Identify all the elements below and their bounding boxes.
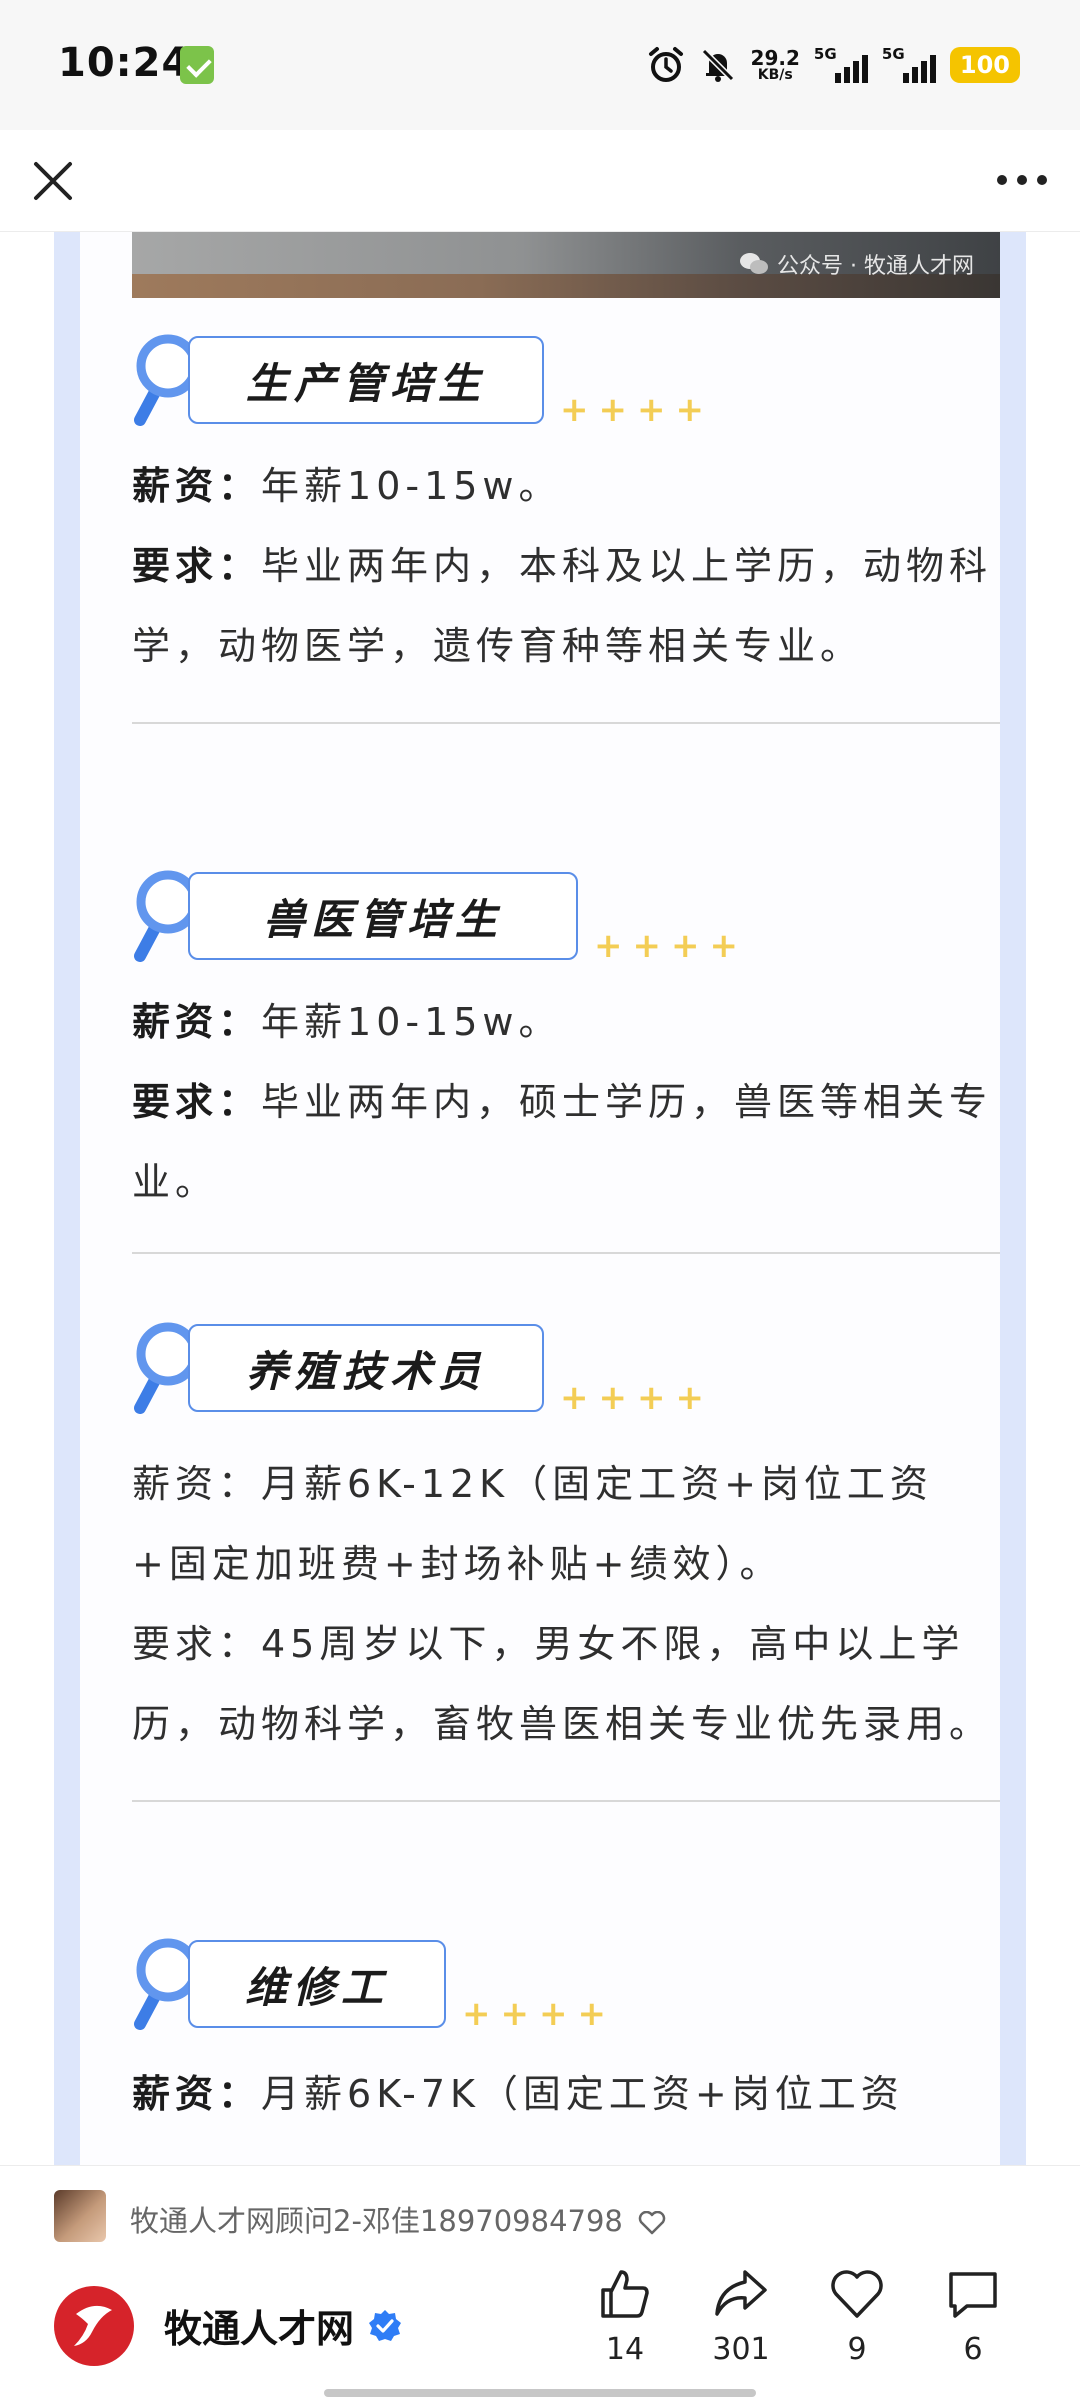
job-title-box: 生产管培生 — [188, 336, 544, 424]
job-title-box: 兽医管培生 — [188, 872, 578, 960]
comment-icon — [949, 2272, 997, 2318]
job-section: 维修工 ++++ 薪资：月薪6K-7K（固定工资+岗位工资 — [132, 1936, 1000, 2134]
job-title: 养殖技术员 — [245, 1346, 486, 1396]
section-divider — [132, 1800, 1000, 1802]
article-photo: 公众号 · 牧通人才网 — [132, 232, 1000, 298]
job-section: 养殖技术员 ++++ 薪资：月薪6K-12K（固定工资+岗位工资+固定加班费+封… — [132, 1320, 1000, 1802]
decorative-stars: ++++ — [560, 390, 714, 430]
share-icon — [715, 2270, 767, 2316]
job-title: 生产管培生 — [245, 358, 486, 408]
salary-line: 薪资：月薪6K-12K（固定工资+岗位工资+固定加班费+封场补贴+绩效）。 — [132, 1462, 933, 1586]
verified-badge-icon — [369, 2309, 402, 2341]
more-icon[interactable] — [994, 160, 1050, 200]
signal-sim2-icon: 5G — [882, 45, 936, 85]
decorative-stars: ++++ — [594, 926, 748, 966]
heart-outline-icon — [638, 2211, 666, 2235]
requirement-line: 要求：45周岁以下，男女不限，高中以上学历，动物科学，畜牧兽医相关专业优先录用。 — [132, 1622, 993, 1746]
requirement-line: 要求：毕业两年内，本科及以上学历，动物科学，动物医学，遗传育种等相关专业。 — [132, 544, 993, 668]
salary-line: 薪资：年薪10-15w。 — [132, 1000, 562, 1044]
job-title: 兽医管培生 — [262, 894, 503, 944]
requirement-line: 要求：毕业两年内，硕士学历，兽医等相关专业。 — [132, 1080, 993, 1204]
thumbs-up-icon — [601, 2270, 649, 2318]
mute-bell-icon — [701, 48, 734, 82]
advisor-avatar[interactable] — [54, 2190, 106, 2242]
job-title-box: 养殖技术员 — [188, 1324, 544, 1412]
close-icon[interactable] — [30, 158, 76, 204]
job-section: 生产管培生 ++++ 薪资：年薪10-15w。 要求：毕业两年内，本科及以上学历… — [132, 332, 1000, 724]
favorite-button[interactable]: 9 — [812, 2266, 902, 2367]
article-frame: 公众号 · 牧通人才网 生产管培生 ++++ 薪资：年薪10-15w。 要求：毕… — [54, 232, 1026, 2165]
advisor-link[interactable]: 牧通人才网顾问2-邓佳18970984798 — [130, 2198, 666, 2240]
decorative-stars: ++++ — [560, 1378, 714, 1418]
job-heading: 养殖技术员 ++++ — [132, 1320, 1000, 1420]
clipboard-app-icon — [180, 46, 214, 84]
salary-line: 薪资：月薪6K-7K（固定工资+岗位工资 — [132, 2072, 904, 2116]
home-indicator[interactable] — [324, 2389, 756, 2397]
comment-button[interactable]: 6 — [928, 2266, 1018, 2367]
account-logo[interactable] — [54, 2286, 134, 2366]
alarm-icon — [648, 47, 683, 82]
heart-icon — [831, 2270, 883, 2318]
account-name[interactable]: 牧通人才网 — [164, 2298, 402, 2353]
status-bar: 10:24 29.2 KB/s 5G 5G 100 — [0, 0, 1080, 130]
salary-line: 薪资：年薪10-15w。 — [132, 464, 562, 508]
job-heading: 维修工 ++++ — [132, 1936, 1000, 2036]
section-divider — [132, 1252, 1000, 1254]
job-title-box: 维修工 — [188, 1940, 446, 2028]
network-speed: 29.2 KB/s — [750, 46, 800, 83]
status-icons: 29.2 KB/s 5G 5G 100 — [647, 40, 1020, 90]
job-section: 兽医管培生 ++++ 薪资：年薪10-15w。 要求：毕业两年内，硕士学历，兽医… — [132, 868, 1000, 1254]
job-heading: 生产管培生 ++++ — [132, 332, 1000, 432]
status-time: 10:24 — [58, 40, 191, 86]
signal-sim1-icon: 5G — [814, 45, 868, 85]
like-button[interactable]: 14 — [580, 2266, 670, 2367]
share-button[interactable]: 301 — [696, 2266, 786, 2367]
photo-watermark: 公众号 · 牧通人才网 — [739, 248, 974, 280]
bottom-bar: 牧通人才网顾问2-邓佳18970984798 牧通人才网 14 301 9 6 — [0, 2165, 1080, 2400]
wechat-icon — [740, 253, 769, 274]
job-heading: 兽医管培生 ++++ — [132, 868, 1000, 968]
nav-bar — [0, 130, 1080, 232]
section-divider — [132, 722, 1000, 724]
decorative-stars: ++++ — [462, 1994, 616, 2034]
article-card: 公众号 · 牧通人才网 生产管培生 ++++ 薪资：年薪10-15w。 要求：毕… — [80, 232, 1000, 2165]
battery-indicator: 100 — [949, 47, 1020, 83]
job-title: 维修工 — [244, 1962, 389, 2012]
logo-mark-icon — [74, 2305, 112, 2346]
